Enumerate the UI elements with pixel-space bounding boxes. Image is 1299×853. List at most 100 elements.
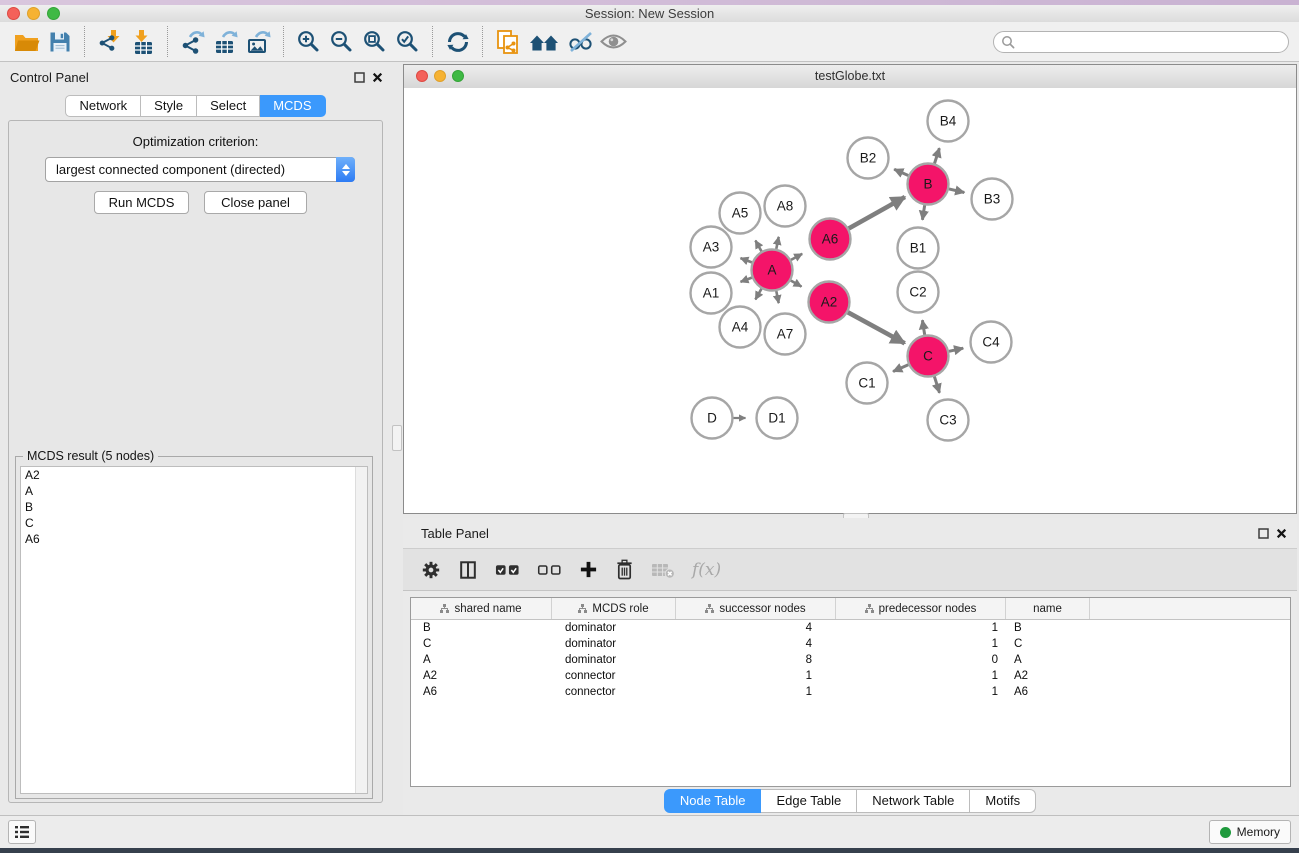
node-A7[interactable]: A7 <box>765 314 806 355</box>
edge-B-B3[interactable] <box>949 189 964 193</box>
tab-node-table[interactable]: Node Table <box>664 789 762 813</box>
tab-edge-table[interactable]: Edge Table <box>761 789 857 813</box>
zoom-selected-button[interactable] <box>391 25 424 58</box>
node-B[interactable]: B <box>908 164 949 205</box>
tab-style[interactable]: Style <box>141 95 197 117</box>
float-panel-button[interactable] <box>353 71 365 83</box>
node-B2[interactable]: B2 <box>848 138 889 179</box>
mcds-result-item[interactable]: A6 <box>21 531 367 547</box>
zoom-traffic-light[interactable] <box>47 7 60 20</box>
edge-C-C3[interactable] <box>934 377 939 393</box>
select-all-button[interactable] <box>495 557 520 583</box>
edge-A-A1[interactable] <box>741 278 752 282</box>
table-settings-button[interactable] <box>421 557 441 583</box>
mcds-result-item[interactable]: C <box>21 515 367 531</box>
table-row[interactable]: A6connector11A6 <box>411 684 1290 700</box>
result-scrollbar[interactable] <box>355 467 367 793</box>
close-panel-button[interactable] <box>371 71 383 83</box>
network-zoom-traffic-light[interactable] <box>452 70 464 82</box>
node-A1[interactable]: A1 <box>691 273 732 314</box>
memory-button[interactable]: Memory <box>1209 820 1291 844</box>
divider-handle[interactable] <box>392 425 402 451</box>
mcds-result-item[interactable]: B <box>21 499 367 515</box>
table-row[interactable]: A2connector11A2 <box>411 668 1290 684</box>
export-table-button[interactable] <box>209 25 242 58</box>
export-image-button[interactable] <box>242 25 275 58</box>
import-table-button[interactable] <box>126 25 159 58</box>
node-B4[interactable]: B4 <box>928 101 969 142</box>
save-session-button[interactable] <box>43 25 76 58</box>
delete-table-button[interactable] <box>651 557 675 583</box>
node-C4[interactable]: C4 <box>971 322 1012 363</box>
tab-select[interactable]: Select <box>197 95 260 117</box>
node-A6[interactable]: A6 <box>810 219 851 260</box>
edge-A-A7[interactable] <box>776 291 778 303</box>
close-panel-button-mcds[interactable]: Close panel <box>204 191 307 214</box>
mcds-result-item[interactable]: A2 <box>21 467 367 483</box>
node-D[interactable]: D <box>692 398 733 439</box>
network-window-titlebar[interactable]: testGlobe.txt <box>404 65 1296 89</box>
mcds-result-item[interactable]: A <box>21 483 367 499</box>
table-float-panel-button[interactable] <box>1257 527 1269 539</box>
new-network-from-selection-button[interactable] <box>491 25 524 58</box>
open-session-button[interactable] <box>10 25 43 58</box>
edge-A-A8[interactable] <box>776 237 778 249</box>
edge-B-B4[interactable] <box>935 148 940 163</box>
show-hide-details-button[interactable] <box>597 25 630 58</box>
deselect-all-button[interactable] <box>537 557 562 583</box>
run-mcds-button[interactable]: Run MCDS <box>94 191 189 214</box>
edge-A-A5[interactable] <box>755 241 761 252</box>
node-C2[interactable]: C2 <box>898 272 939 313</box>
edge-C-C2[interactable] <box>922 320 924 335</box>
table-row[interactable]: Bdominator41B <box>411 620 1290 636</box>
node-A3[interactable]: A3 <box>691 227 732 268</box>
node-B1[interactable]: B1 <box>898 228 939 269</box>
tab-mcds[interactable]: MCDS <box>260 95 325 117</box>
home-button[interactable] <box>524 25 564 58</box>
node-D1[interactable]: D1 <box>757 398 798 439</box>
table-close-panel-button[interactable] <box>1275 527 1287 539</box>
refresh-button[interactable] <box>441 25 474 58</box>
edge-A-A6[interactable] <box>791 254 802 260</box>
node-A8[interactable]: A8 <box>765 186 806 227</box>
tab-network-table[interactable]: Network Table <box>857 789 970 813</box>
edge-B-B1[interactable] <box>922 205 924 220</box>
table-row[interactable]: Cdominator41C <box>411 636 1290 652</box>
node-A5[interactable]: A5 <box>720 193 761 234</box>
zoom-fit-button[interactable] <box>358 25 391 58</box>
node-C[interactable]: C <box>908 336 949 377</box>
edge-B-B2[interactable] <box>894 169 908 175</box>
node-C1[interactable]: C1 <box>847 363 888 404</box>
add-entry-button[interactable] <box>579 557 598 583</box>
search-input[interactable] <box>993 31 1289 53</box>
edge-C-C4[interactable] <box>949 348 963 351</box>
column-header-predecessor-nodes[interactable]: predecessor nodes <box>836 598 1006 619</box>
export-network-button[interactable] <box>176 25 209 58</box>
column-header-mcds-role[interactable]: MCDS role <box>552 598 676 619</box>
column-header-name[interactable]: name <box>1006 598 1090 619</box>
function-builder-button[interactable]: f(x) <box>692 557 721 583</box>
show-columns-button[interactable] <box>458 557 478 583</box>
tab-network[interactable]: Network <box>65 95 141 117</box>
close-traffic-light[interactable] <box>7 7 20 20</box>
edge-A-A4[interactable] <box>755 289 761 300</box>
column-header-shared-name[interactable]: shared name <box>411 598 552 619</box>
node-A[interactable]: A <box>752 250 793 291</box>
vertical-split-divider[interactable] <box>391 62 403 815</box>
edge-C-C1[interactable] <box>893 365 908 372</box>
network-canvas[interactable]: B4B2BB3A8A5A6A3B1AA1C2A2A4A7C4CC1C3DD1 <box>404 88 1296 513</box>
delete-entry-button[interactable] <box>615 557 634 583</box>
network-close-traffic-light[interactable] <box>416 70 428 82</box>
zoom-out-button[interactable] <box>325 25 358 58</box>
edge-A2-C[interactable] <box>848 312 905 343</box>
edge-A-A3[interactable] <box>741 258 752 262</box>
tab-motifs[interactable]: Motifs <box>970 789 1036 813</box>
mcds-result-list[interactable]: A2ABCA6 <box>20 466 368 794</box>
zoom-in-button[interactable] <box>292 25 325 58</box>
edge-A6-B[interactable] <box>849 197 905 229</box>
table-row[interactable]: Adominator80A <box>411 652 1290 668</box>
node-A2[interactable]: A2 <box>809 282 850 323</box>
import-network-button[interactable] <box>93 25 126 58</box>
node-A4[interactable]: A4 <box>720 307 761 348</box>
minimize-traffic-light[interactable] <box>27 7 40 20</box>
